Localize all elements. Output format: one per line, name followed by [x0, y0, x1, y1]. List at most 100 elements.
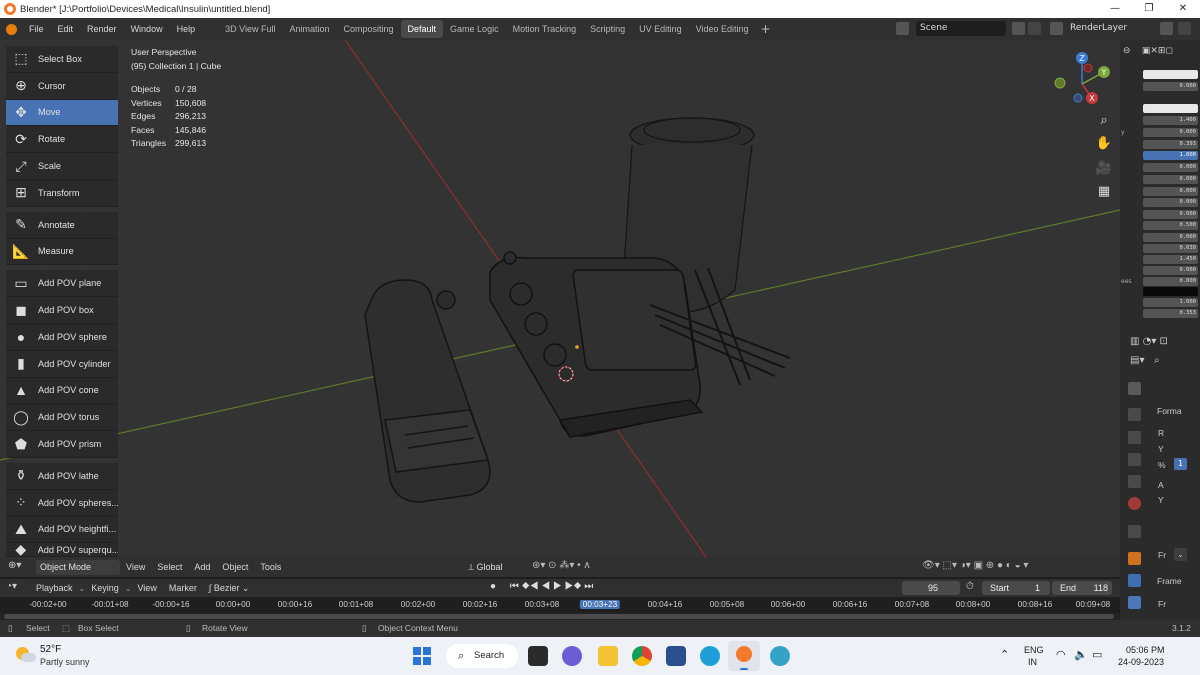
tool-add-pov-prism[interactable]: ⬟ Add POV prism [6, 431, 118, 458]
render-tab-icon[interactable] [1128, 408, 1141, 421]
tool-add-pov-cone[interactable]: ▲ Add POV cone [6, 377, 118, 405]
taskbar-search[interactable]: ⌕ Search [446, 644, 518, 668]
transform-orientation-dropdown[interactable]: ⟂ Global [468, 559, 520, 575]
tab-compositing[interactable]: Compositing [336, 20, 400, 38]
prop-field-18[interactable]: 0.353 [1143, 309, 1198, 318]
edge-icon[interactable] [700, 646, 720, 666]
scene-icon[interactable] [896, 22, 909, 35]
app-globe-icon[interactable] [770, 646, 790, 666]
timeline-menu-marker[interactable]: Marker [163, 583, 203, 593]
prop-field-10[interactable]: 0.000 [1143, 210, 1198, 219]
speaker-icon[interactable]: 🔈 [1074, 648, 1088, 661]
tool-cursor[interactable]: ⊕ Cursor [6, 72, 118, 100]
timeline-menu-keying[interactable]: Keying [85, 583, 125, 593]
render-layer-selector[interactable]: RenderLayer [1070, 21, 1150, 36]
tool-transform[interactable]: ⊞ Transform [6, 179, 118, 207]
tab-scripting[interactable]: Scripting [583, 20, 632, 38]
frame-rate-dropdown[interactable]: ⌄ [1174, 548, 1187, 561]
weather-desc[interactable]: Partly sunny [40, 657, 90, 667]
menu-help[interactable]: Help [170, 24, 203, 34]
prop-field-8[interactable]: 0.000 [1143, 187, 1198, 196]
tool-add-pov-cylinder[interactable]: ▮ Add POV cylinder [6, 350, 118, 378]
tool-add-pov-box[interactable]: ◼ Add POV box [6, 297, 118, 324]
timeline-menu-view[interactable]: View [131, 583, 162, 593]
task-view-icon[interactable] [528, 646, 548, 666]
collection-tab-icon[interactable] [1128, 525, 1141, 538]
minimize-button[interactable]: — [1098, 0, 1132, 18]
tab-uv-editing[interactable]: UV Editing [632, 20, 689, 38]
interpolation-dropdown[interactable]: ∫ Bezier ⌄ [203, 583, 256, 594]
menu-view[interactable]: View [120, 562, 151, 572]
close-button[interactable]: ✕ [1166, 0, 1200, 18]
3d-viewport[interactable]: ⬚ Select Box ⊕ Cursor ✥ Move ⟳ Rotate ⤢ Scale… [0, 40, 1120, 577]
blender-menu-icon[interactable] [0, 18, 22, 40]
weather-partly-sunny-icon[interactable] [16, 645, 36, 665]
chrome-icon[interactable] [632, 646, 652, 666]
tool-add-pov-lathe[interactable]: ⚱ Add POV lathe [6, 462, 118, 490]
pan-hand-icon[interactable]: ✋ [1095, 135, 1113, 153]
prop-field-14[interactable]: 1.450 [1143, 255, 1198, 264]
file-explorer-icon[interactable] [598, 646, 618, 666]
tool-annotate[interactable]: ✎ Annotate [6, 211, 118, 239]
editor-type-icon[interactable]: ⊕▾ [8, 560, 28, 574]
prop-field-white-2[interactable] [1143, 104, 1198, 113]
prop-color-black[interactable] [1143, 287, 1198, 296]
playhead-time[interactable]: 00:03+23 [579, 600, 621, 609]
prop-field-6[interactable]: 0.000 [1143, 163, 1198, 172]
tool-scale[interactable]: ⤢ Scale [6, 153, 118, 180]
teams-chat-icon[interactable] [562, 646, 582, 666]
battery-icon[interactable]: ▭ [1092, 648, 1102, 661]
tool-move[interactable]: ✥ Move [6, 99, 118, 127]
prop-field-1[interactable]: 0.000 [1143, 82, 1198, 91]
tray-chevron-icon[interactable]: ⌃ [1000, 648, 1009, 661]
clock-date[interactable]: 24-09-2023 [1118, 657, 1164, 667]
timeline-scrollbar[interactable] [0, 613, 1120, 620]
menu-file[interactable]: File [22, 24, 51, 34]
zoom-icon[interactable]: ⌕ [1095, 112, 1113, 130]
modifier-tab-icon[interactable] [1128, 574, 1141, 587]
weather-temp[interactable]: 52°F [40, 644, 61, 655]
tool-add-pov-torus[interactable]: ◯ Add POV torus [6, 404, 118, 432]
panel-toolbar-icons[interactable]: ⊖ ▣✕⊞◻ [1120, 46, 1200, 60]
end-frame-field[interactable]: End 118 [1052, 581, 1112, 595]
props-search-row[interactable]: ▤▾ ⌕ [1130, 355, 1200, 369]
language-label[interactable]: ENG [1024, 645, 1044, 655]
stopwatch-icon[interactable]: ⏱ [966, 581, 974, 592]
object-tab-icon[interactable] [1128, 552, 1141, 565]
camera-icon[interactable]: 🎥 [1095, 160, 1113, 178]
delete-scene-icon[interactable] [1028, 22, 1041, 35]
menu-render[interactable]: Render [80, 24, 124, 34]
menu-window[interactable]: Window [124, 24, 170, 34]
world-tab-icon[interactable] [1128, 497, 1141, 510]
maximize-button[interactable]: ❐ [1132, 0, 1166, 18]
scrollbar-thumb[interactable] [4, 614, 1114, 619]
render-layer-icon[interactable] [1050, 22, 1063, 35]
ortho-grid-icon[interactable]: ▦ [1095, 183, 1113, 201]
prop-field-9[interactable]: 0.000 [1143, 198, 1198, 207]
resolution-percent-field[interactable]: 1 [1174, 458, 1187, 470]
tab-default[interactable]: Default [400, 20, 444, 38]
menu-tools[interactable]: Tools [254, 562, 287, 572]
prop-field-3[interactable]: 0.000 [1143, 128, 1198, 137]
prop-field-11[interactable]: 0.500 [1143, 221, 1198, 230]
props-header-icons[interactable]: ▥ ◔▾ ⊡ [1130, 336, 1200, 350]
windows-start-icon[interactable] [413, 647, 431, 665]
tab-motion-tracking[interactable]: Motion Tracking [506, 20, 584, 38]
tool-add-pov-superquadric[interactable]: ◆ Add POV superqu... [6, 543, 118, 558]
blender-taskbar-active[interactable] [728, 641, 760, 671]
prop-field-7[interactable]: 0.000 [1143, 175, 1198, 184]
add-workspace-icon[interactable]: + [756, 22, 776, 36]
tool-measure[interactable]: 📐 Measure [6, 238, 118, 266]
prop-field-2[interactable]: 1.400 [1143, 116, 1198, 125]
view-layer-tab-icon[interactable] [1128, 453, 1141, 466]
prop-field-15[interactable]: 0.000 [1143, 266, 1198, 275]
tab-game-logic[interactable]: Game Logic [443, 20, 506, 38]
store-icon[interactable] [666, 646, 686, 666]
prop-field-4[interactable]: 0.393 [1143, 140, 1198, 149]
scene-tab-icon[interactable] [1128, 475, 1141, 488]
region-label[interactable]: IN [1028, 657, 1037, 667]
output-tab-icon[interactable] [1128, 431, 1141, 444]
pivot-snap-icons[interactable]: ⊛▾ ⊙ ⁂▾ • ∧ [532, 560, 612, 574]
prop-field-12[interactable]: 0.000 [1143, 233, 1198, 242]
prop-field-5[interactable]: 1.000 [1143, 151, 1198, 160]
